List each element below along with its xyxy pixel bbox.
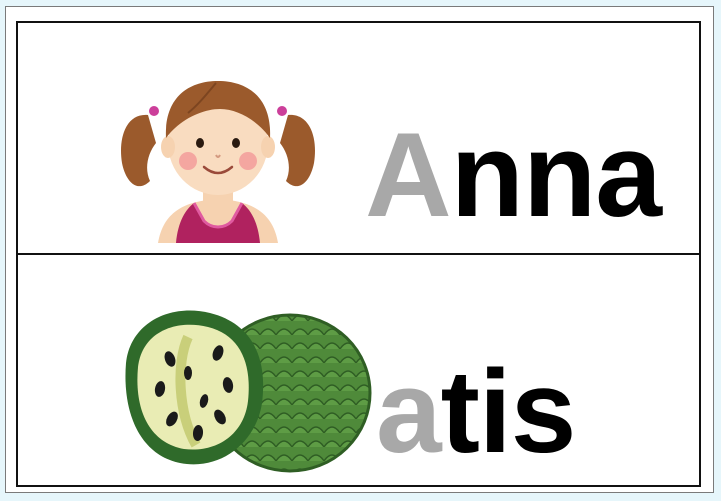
word-rest-letters: tis	[440, 346, 577, 478]
card-atis: atis	[18, 255, 699, 485]
girl-with-pigtails-icon	[121, 81, 315, 243]
card-anna: Anna	[18, 23, 699, 253]
word-anna: Anna	[365, 115, 662, 235]
word-atis: atis	[376, 353, 576, 471]
word-first-letter: A	[365, 108, 452, 242]
atis-fruit-icon	[125, 310, 372, 473]
word-rest-letters: nna	[450, 108, 662, 242]
word-first-letter: a	[376, 346, 442, 478]
